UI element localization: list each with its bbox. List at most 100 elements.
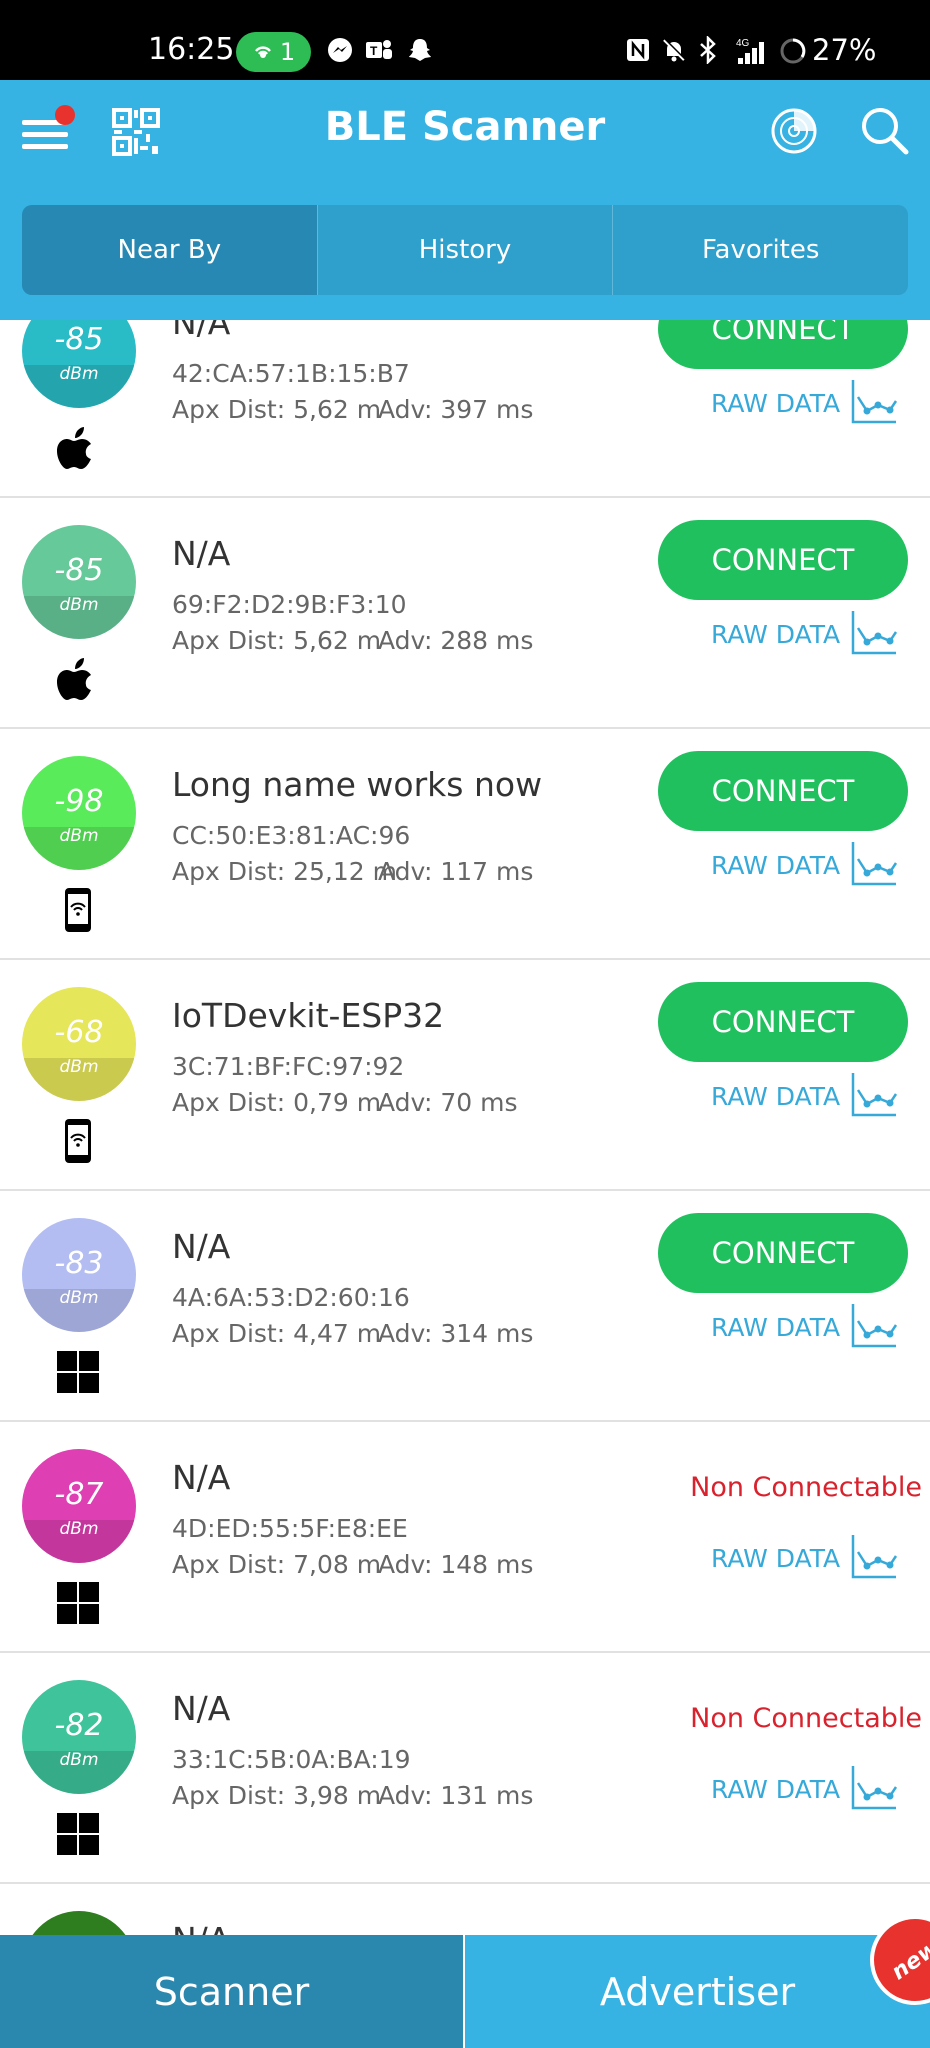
device-name: N/A — [172, 534, 231, 573]
rssi-badge — [22, 1911, 136, 1935]
mute-icon — [660, 36, 688, 72]
device-name: N/A — [172, 1920, 230, 1935]
device-adv-interval: Adv: 131 ms — [378, 1781, 534, 1810]
device-row[interactable]: -83 dBm N/A 4A:6A:53:D2:60:16 Apx Dist: … — [0, 1191, 930, 1422]
nfc-icon — [624, 36, 652, 72]
device-distance: Apx Dist: 0,79 m — [172, 1088, 382, 1117]
graph-icon[interactable] — [850, 377, 898, 425]
tab-favorites[interactable]: Favorites — [612, 205, 908, 295]
device-row[interactable]: -87 dBm N/A 4D:ED:55:5F:E8:EE Apx Dist: … — [0, 1422, 930, 1653]
device-adv-interval: Adv: 314 ms — [378, 1319, 534, 1348]
messenger-icon — [326, 36, 354, 72]
hotspot-indicator: 1 — [236, 32, 311, 72]
device-row[interactable]: N/A — [0, 1884, 930, 1935]
bluetooth-icon — [697, 34, 719, 72]
rssi-badge: -87 dBm — [22, 1449, 136, 1563]
device-list[interactable]: -85 dBm N/A 42:CA:57:1B:15:B7 Apx Dist: … — [0, 320, 930, 1935]
device-distance: Apx Dist: 5,62 m — [172, 395, 382, 424]
device-adv-interval: Adv: 117 ms — [378, 857, 534, 886]
device-mac: CC:50:E3:81:AC:96 — [172, 821, 411, 850]
raw-data-link[interactable]: RAW DATA — [711, 1775, 840, 1804]
raw-data-link[interactable]: RAW DATA — [711, 851, 840, 880]
device-mac: 42:CA:57:1B:15:B7 — [172, 359, 410, 388]
device-mac: 3C:71:BF:FC:97:92 — [172, 1052, 405, 1081]
battery-percent: 27% — [812, 33, 877, 67]
connect-button[interactable]: CONNECT — [658, 982, 908, 1062]
apple-icon — [57, 425, 99, 471]
device-mac: 4A:6A:53:D2:60:16 — [172, 1283, 410, 1312]
device-name: N/A — [172, 320, 231, 342]
device-name: N/A — [172, 1227, 231, 1266]
windows-icon — [57, 1580, 99, 1626]
device-distance: Apx Dist: 3,98 m — [172, 1781, 382, 1810]
svg-text:T: T — [370, 44, 378, 58]
graph-icon[interactable] — [850, 1070, 898, 1118]
raw-data-link[interactable]: RAW DATA — [711, 620, 840, 649]
connect-button[interactable]: CONNECT — [658, 520, 908, 600]
device-adv-interval: Adv: 148 ms — [378, 1550, 534, 1579]
tab-history[interactable]: History — [316, 205, 613, 295]
graph-icon[interactable] — [850, 1532, 898, 1580]
device-adv-interval: Adv: 70 ms — [378, 1088, 518, 1117]
phone-icon — [57, 887, 99, 933]
rssi-badge: -85 dBm — [22, 525, 136, 639]
device-row[interactable]: -85 dBm N/A 69:F2:D2:9B:F3:10 Apx Dist: … — [0, 498, 930, 729]
connect-button[interactable]: CONNECT — [658, 320, 908, 369]
tab-near-by[interactable]: Near By — [22, 205, 317, 295]
graph-icon[interactable] — [850, 839, 898, 887]
device-distance: Apx Dist: 7,08 m — [172, 1550, 382, 1579]
radar-icon[interactable] — [770, 106, 818, 156]
app-bar: BLE Scanner Near By History Favorites — [0, 80, 930, 320]
raw-data-link[interactable]: RAW DATA — [711, 1544, 840, 1573]
hotspot-icon — [254, 46, 271, 58]
device-name: N/A — [172, 1458, 231, 1497]
hotspot-count: 1 — [279, 38, 296, 66]
signal-icon: 4G — [734, 36, 770, 74]
device-row[interactable]: -98 dBm Long name works now CC:50:E3:81:… — [0, 729, 930, 960]
connect-button[interactable]: CONNECT — [658, 1213, 908, 1293]
device-name: Long name works now — [172, 765, 543, 804]
advertiser-tab[interactable]: Advertiser new — [465, 1897, 930, 2048]
device-mac: 33:1C:5B:0A:BA:19 — [172, 1745, 411, 1774]
device-mac: 4D:ED:55:5F:E8:EE — [172, 1514, 408, 1543]
device-distance: Apx Dist: 4,47 m — [172, 1319, 382, 1348]
bottom-nav: Scanner Advertiser new — [0, 1897, 930, 2048]
svg-text:4G: 4G — [736, 38, 750, 49]
apple-icon — [57, 656, 99, 702]
device-name: N/A — [172, 1689, 231, 1728]
graph-icon[interactable] — [850, 608, 898, 656]
status-bar: 16:25 1 T 4G 27% — [0, 0, 930, 80]
rssi-badge: -98 dBm — [22, 756, 136, 870]
device-distance: Apx Dist: 5,62 m — [172, 626, 382, 655]
raw-data-link[interactable]: RAW DATA — [711, 1082, 840, 1111]
rssi-badge: -83 dBm — [22, 1218, 136, 1332]
scanner-tab[interactable]: Scanner — [0, 1935, 465, 2048]
windows-icon — [57, 1349, 99, 1395]
device-adv-interval: Adv: 397 ms — [378, 395, 534, 424]
graph-icon[interactable] — [850, 1301, 898, 1349]
rssi-badge: -82 dBm — [22, 1680, 136, 1794]
raw-data-link[interactable]: RAW DATA — [711, 389, 840, 418]
connect-button[interactable]: CONNECT — [658, 751, 908, 831]
device-mac: 69:F2:D2:9B:F3:10 — [172, 590, 407, 619]
status-time: 16:25 — [148, 32, 235, 67]
battery-icon — [778, 36, 808, 74]
device-distance: Apx Dist: 25,12 m — [172, 857, 397, 886]
rssi-badge: -85 dBm — [22, 320, 136, 408]
non-connectable-label: Non Connectable — [690, 1472, 922, 1503]
windows-icon — [57, 1811, 99, 1857]
graph-icon[interactable] — [850, 1763, 898, 1811]
teams-icon: T — [364, 36, 394, 72]
device-row[interactable]: -82 dBm N/A 33:1C:5B:0A:BA:19 Apx Dist: … — [0, 1653, 930, 1884]
search-icon[interactable] — [860, 106, 910, 156]
device-row[interactable]: -85 dBm N/A 42:CA:57:1B:15:B7 Apx Dist: … — [0, 320, 930, 498]
device-row[interactable]: -68 dBm IoTDevkit-ESP32 3C:71:BF:FC:97:9… — [0, 960, 930, 1191]
non-connectable-label: Non Connectable — [690, 1703, 922, 1734]
device-adv-interval: Adv: 288 ms — [378, 626, 534, 655]
phone-icon — [57, 1118, 99, 1164]
advertiser-label: Advertiser — [599, 1969, 796, 2014]
rssi-badge: -68 dBm — [22, 987, 136, 1101]
raw-data-link[interactable]: RAW DATA — [711, 1313, 840, 1342]
tab-bar: Near By History Favorites — [22, 205, 908, 295]
device-name: IoTDevkit-ESP32 — [172, 996, 445, 1035]
